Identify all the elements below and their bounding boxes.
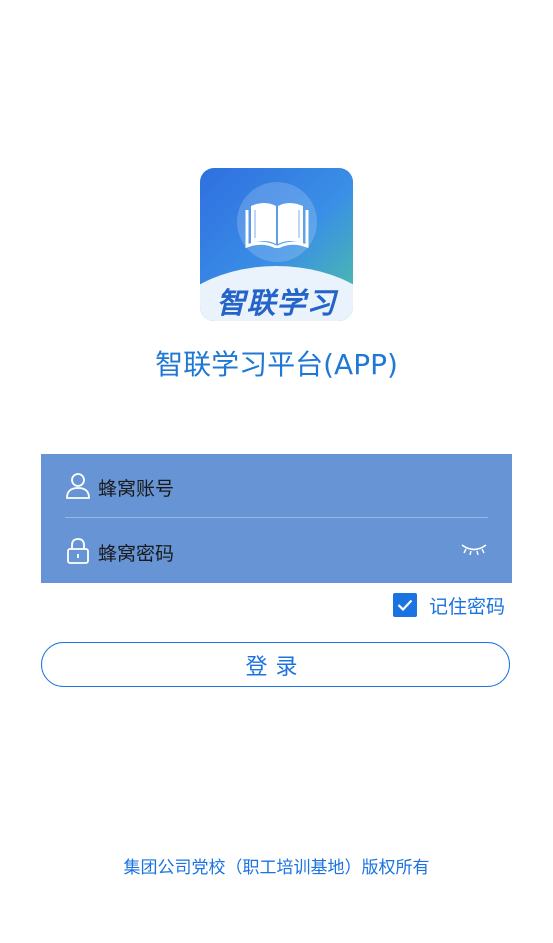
logo-text: 智联学习 — [216, 286, 337, 320]
remember-checkbox[interactable] — [393, 593, 417, 617]
book-icon — [245, 203, 309, 248]
password-field[interactable]: 蜂窝密码 — [41, 519, 512, 583]
remember-password[interactable]: 记住密码 — [393, 593, 506, 618]
app-title: 智联学习平台(APP) — [155, 348, 398, 381]
account-field[interactable]: 蜂窝账号 — [41, 454, 512, 518]
user-icon — [66, 473, 90, 499]
login-button[interactable]: 登录 — [41, 642, 510, 687]
eye-closed-icon[interactable] — [460, 542, 488, 556]
field-divider — [65, 517, 488, 518]
password-input[interactable]: 蜂窝密码 — [98, 539, 174, 566]
login-form: 蜂窝账号 蜂窝密码 — [41, 454, 512, 583]
account-input[interactable]: 蜂窝账号 — [98, 474, 174, 501]
lock-icon — [67, 538, 89, 564]
check-icon — [397, 599, 413, 611]
remember-label: 记住密码 — [429, 595, 506, 618]
app-logo: 智联学习 — [200, 168, 353, 321]
copyright-text: 集团公司党校（职工培训基地）版权所有 — [123, 858, 430, 878]
